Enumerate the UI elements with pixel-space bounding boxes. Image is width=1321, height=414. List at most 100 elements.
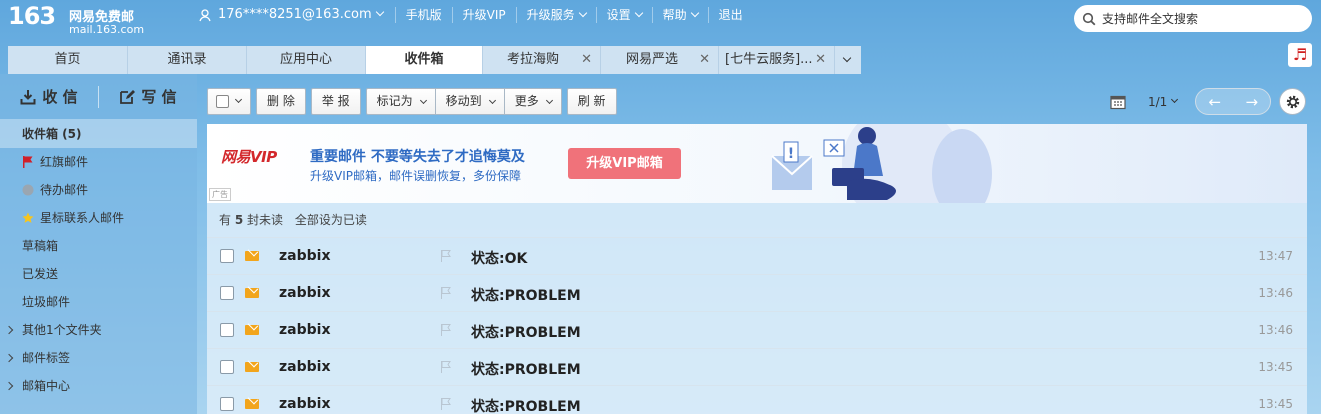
calendar-icon[interactable] [1110,94,1126,110]
account-menu[interactable]: 176****8251@163.com [218,7,395,23]
chevron-down-icon [634,8,643,18]
search-input[interactable] [1102,11,1302,26]
folder-mail-center[interactable]: 邮箱中心 [0,372,197,400]
report-button[interactable]: 举 报 [310,88,361,115]
compose-button[interactable]: 写 信 [99,86,197,107]
mail-row[interactable]: zabbix 状态:OK 13:47 [207,237,1307,274]
mail-logo[interactable]: 163 网易免费邮 mail.163.com [8,2,144,36]
folder-red-flag[interactable]: 红旗邮件 [0,148,197,176]
gear-icon [1286,95,1300,108]
select-all-checkbox[interactable] [216,95,229,108]
account-email: 176****8251@163.com [218,7,372,22]
nav-upgrade-service-label: 升级服务 [526,8,575,22]
mail-checkbox[interactable] [220,286,234,300]
chevron-down-icon [488,96,496,105]
mail-checkbox[interactable] [220,249,234,263]
receive-label: 收 信 [42,88,78,106]
refresh-button[interactable]: 刷 新 [566,88,617,115]
mail-time: 13:45 [1258,397,1293,411]
unread-envelope-icon [245,325,259,335]
tab-inbox[interactable]: 收件箱 [366,46,483,74]
mail-row[interactable]: zabbix 状态:PROBLEM 13:45 [207,385,1307,414]
close-icon[interactable]: ✕ [581,46,592,74]
mail-row[interactable]: zabbix 状态:PROBLEM 13:45 [207,348,1307,385]
folder-label: 邮箱中心 [22,379,71,393]
select-all-dropdown[interactable] [207,88,251,115]
folder-others[interactable]: 其他1个文件夹 [0,316,197,344]
nav-help[interactable]: 帮助 [651,7,708,23]
flag-outline-icon[interactable] [440,287,452,299]
flag-outline-icon[interactable] [440,398,452,410]
flag-outline-icon[interactable] [440,250,452,262]
move-to-dropdown[interactable]: 移动到 [435,88,505,115]
prev-page-icon[interactable]: ← [1209,93,1222,111]
next-page-icon[interactable]: → [1246,93,1259,111]
mark-as-label: 标记为 [376,94,413,108]
more-dropdown[interactable]: 更多 [504,88,562,115]
music-note-icon[interactable]: ♬ [1288,43,1312,67]
folder-sent[interactable]: 已发送 [0,260,197,288]
ad-title: 重要邮件 不要等失去了才追悔莫及 [310,149,525,165]
tab-label: 首页 [54,52,81,67]
unread-prefix: 有 [219,213,232,227]
receive-button[interactable]: 收 信 [0,86,98,107]
vip-ad-banner[interactable]: 网易VIP 重要邮件 不要等失去了才追悔莫及 升级VIP邮箱，邮件误删恢复，多份… [207,124,1307,203]
upgrade-vip-button[interactable]: 升级VIP邮箱 [568,148,681,179]
nav-settings[interactable]: 设置 [595,7,652,23]
unread-envelope-icon [245,288,259,298]
tab-kaola[interactable]: 考拉海购 ✕ [483,46,601,74]
tab-app-center[interactable]: 应用中心 [247,46,366,74]
top-nav: 176****8251@163.com 手机版 升级VIP 升级服务 设置 帮助… [198,7,753,23]
settings-button[interactable] [1279,88,1307,115]
folder-spam[interactable]: 垃圾邮件 [0,288,197,316]
edit-icon [120,89,136,104]
mail-checkbox[interactable] [220,360,234,374]
folder-inbox[interactable]: 收件箱 (5) [0,120,197,148]
page-selector[interactable]: 1/1 [1148,94,1179,109]
tab-label: 网易严选 [626,52,679,67]
tab-label: 通讯录 [167,52,207,67]
chevron-down-icon [1171,95,1179,104]
folder-todo[interactable]: 待办邮件 [0,176,197,204]
tab-home[interactable]: 首页 [8,46,128,74]
unread-suffix: 封未读 [247,213,284,227]
star-icon [22,212,34,223]
close-icon[interactable]: ✕ [815,46,826,74]
search-box[interactable] [1074,5,1312,32]
nav-mobile[interactable]: 手机版 [394,7,452,23]
unread-count: 5 [234,213,244,227]
mail-checkbox[interactable] [220,397,234,411]
tab-qiniu[interactable]: [七牛云服务]... ✕ [719,46,835,74]
folder-starred-contacts[interactable]: 星标联系人邮件 [0,204,197,232]
svg-text:!: ! [788,146,794,162]
close-icon[interactable]: ✕ [699,46,710,74]
folder-drafts[interactable]: 草稿箱 [0,232,197,260]
logo-number: 163 [8,2,56,30]
download-icon [20,89,36,104]
folder-label: 其他1个文件夹 [22,323,102,337]
tab-contacts[interactable]: 通讯录 [128,46,247,74]
nav-logout[interactable]: 退出 [707,7,753,23]
mail-row[interactable]: zabbix 状态:PROBLEM 13:46 [207,311,1307,348]
mail-sender: zabbix [279,359,331,375]
tab-overflow-button[interactable] [835,46,861,74]
flag-outline-icon[interactable] [440,361,452,373]
page-indicator: 1/1 [1148,94,1168,109]
unread-envelope-icon [245,362,259,372]
mail-toolbar: 删 除 举 报 标记为 移动到 更多 刷 新 [207,88,622,115]
tab-yanxuan[interactable]: 网易严选 ✕ [601,46,719,74]
mark-as-dropdown[interactable]: 标记为 [365,88,436,115]
toolbar-right: 1/1 ← → [1110,88,1307,115]
chevron-down-icon [234,95,243,104]
flag-outline-icon[interactable] [440,324,452,336]
mail-checkbox[interactable] [220,323,234,337]
mark-all-read-link[interactable]: 全部设为已读 [295,213,367,227]
mail-row[interactable]: zabbix 状态:PROBLEM 13:46 [207,274,1307,311]
mail-sender: zabbix [279,285,331,301]
nav-help-label: 帮助 [662,8,687,22]
nav-upgrade-service[interactable]: 升级服务 [515,7,596,23]
delete-button[interactable]: 删 除 [256,88,306,115]
nav-upgrade-vip[interactable]: 升级VIP [451,7,516,23]
folder-mail-tags[interactable]: 邮件标签 [0,344,197,372]
mail-time: 13:46 [1258,323,1293,337]
